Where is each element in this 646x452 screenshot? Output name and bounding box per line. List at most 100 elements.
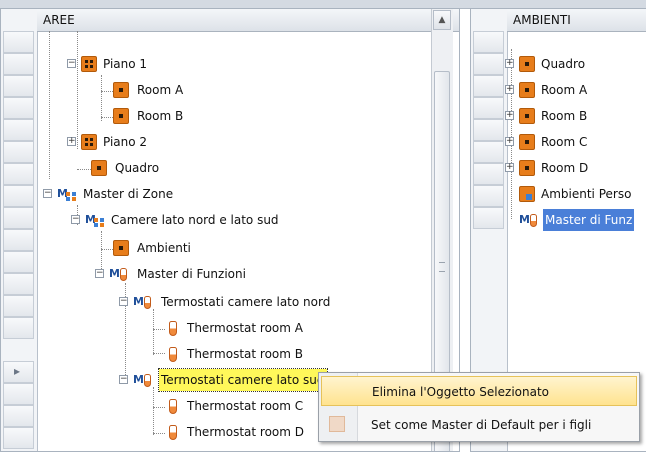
room-icon — [113, 82, 129, 98]
tree-node-room-b[interactable]: Room B — [113, 105, 273, 127]
row-selector[interactable] — [3, 317, 34, 339]
expand-toggle[interactable]: + — [505, 137, 514, 146]
menu-item-set-master-default[interactable]: Set come Master di Default per i figli — [321, 410, 637, 440]
row-selector[interactable] — [3, 383, 34, 405]
tree-line — [153, 309, 154, 355]
tree-node-label: Thermostat room B — [187, 347, 303, 361]
row-selector[interactable] — [3, 185, 34, 207]
scroll-grip-icon — [439, 262, 445, 272]
tree-node-camere-lato-nord-e-sud[interactable]: − Camere lato nord e lato sud — [71, 209, 351, 231]
tree-node-room-a[interactable]: + Room A — [505, 79, 645, 101]
thermostat-icon — [165, 320, 181, 336]
row-selector[interactable] — [3, 207, 34, 229]
room-icon — [519, 82, 535, 98]
row-selector[interactable] — [3, 97, 34, 119]
ambienti-header-label: AMBIENTI — [513, 13, 571, 27]
row-selector[interactable] — [3, 141, 34, 163]
tree-node-quadro[interactable]: Quadro — [91, 157, 251, 179]
tree-line — [77, 169, 91, 170]
menu-item-label: Set come Master di Default per i figli — [371, 418, 592, 432]
row-selector[interactable] — [473, 185, 504, 207]
tree-node-room-c[interactable]: + Room C — [505, 131, 645, 153]
room-icon — [91, 160, 107, 176]
tree-node-label: Room C — [541, 135, 588, 149]
row-selector[interactable] — [473, 163, 504, 185]
tree-node-room-d[interactable]: + Room D — [505, 157, 645, 179]
expand-toggle[interactable]: + — [505, 85, 514, 94]
tree-node-quadro[interactable]: + Quadro — [505, 53, 645, 75]
room-icon — [113, 108, 129, 124]
master-function-icon — [109, 263, 131, 285]
tree-node-label: Room D — [541, 161, 589, 175]
row-selector[interactable] — [3, 405, 34, 427]
row-selector[interactable] — [473, 207, 504, 229]
row-selector[interactable] — [473, 97, 504, 119]
room-icon — [519, 56, 535, 72]
row-selector[interactable] — [473, 141, 504, 163]
master-function-icon — [133, 291, 155, 313]
row-selector[interactable] — [473, 119, 504, 141]
collapse-toggle[interactable]: − — [43, 189, 52, 198]
collapse-toggle[interactable]: − — [67, 59, 76, 68]
collapse-toggle[interactable]: − — [119, 297, 128, 306]
collapse-toggle[interactable]: − — [119, 375, 128, 384]
aree-header-label: AREE — [43, 13, 75, 27]
tree-line — [153, 387, 154, 435]
row-selector-current[interactable] — [3, 361, 34, 383]
expand-toggle[interactable]: + — [67, 137, 76, 146]
tree-node-room-a[interactable]: Room A — [113, 79, 273, 101]
row-selector[interactable] — [3, 251, 34, 273]
aree-column-header[interactable]: AREE — [37, 9, 459, 32]
master-zone-icon — [85, 209, 105, 231]
collapse-toggle[interactable]: − — [71, 215, 80, 224]
master-function-icon — [133, 369, 155, 391]
tree-node-label-selected: Termostati camere lato sud — [158, 368, 328, 392]
tree-line — [153, 329, 165, 330]
tree-node-master-di-funzioni[interactable]: Master di Funz — [519, 209, 645, 231]
tree-node-thermostat-room-b[interactable]: Thermostat room B — [165, 343, 365, 365]
tree-node-label: Master di Funzioni — [137, 267, 246, 281]
tree-node-label: Thermostat room D — [187, 425, 304, 439]
row-selector[interactable] — [3, 119, 34, 141]
row-selector[interactable] — [3, 295, 34, 317]
expand-toggle[interactable]: + — [505, 111, 514, 120]
tree-line — [101, 75, 102, 121]
tree-node-master-di-funzioni[interactable]: − Master di Funzioni — [95, 263, 335, 285]
row-selector[interactable] — [473, 75, 504, 97]
row-selector-gutter — [1, 9, 38, 451]
row-selector[interactable] — [3, 163, 34, 185]
tree-node-master-di-zone[interactable]: − Master di Zone — [43, 183, 263, 205]
tree-node-piano-2[interactable]: + Piano 2 — [67, 131, 267, 153]
ambienti-column-header[interactable]: AMBIENTI — [507, 9, 646, 32]
tree-node-room-b[interactable]: + Room B — [505, 105, 645, 127]
tree-node-thermostat-room-a[interactable]: Thermostat room A — [165, 317, 365, 339]
tree-node-label: Piano 2 — [103, 135, 148, 149]
row-selector[interactable] — [3, 427, 34, 449]
tree-node-label: Termostati camere lato nord — [161, 295, 331, 309]
tree-node-label: Master di Zone — [83, 187, 174, 201]
floor-icon — [81, 56, 97, 72]
tree-node-ambienti-personalizzati[interactable]: Ambienti Perso — [519, 183, 645, 205]
row-selector[interactable] — [473, 31, 504, 53]
menu-item-elimina-oggetto[interactable]: Elimina l'Oggetto Selezionato — [321, 376, 637, 406]
tree-line — [101, 249, 113, 250]
collapse-toggle[interactable]: − — [95, 269, 104, 278]
tree-node-ambienti[interactable]: Ambienti — [113, 237, 273, 259]
row-selector[interactable] — [3, 75, 34, 97]
tree-node-piano-1[interactable]: − Piano 1 — [67, 53, 267, 75]
row-selector[interactable] — [3, 53, 34, 75]
expand-toggle[interactable]: + — [505, 163, 514, 172]
thermostat-icon — [165, 424, 181, 440]
row-selector[interactable] — [3, 31, 34, 53]
room-icon — [519, 134, 535, 150]
context-menu: Elimina l'Oggetto Selezionato Set come M… — [318, 372, 640, 442]
tree-line — [49, 31, 50, 179]
expand-toggle[interactable]: + — [505, 59, 514, 68]
row-selector[interactable] — [473, 53, 504, 75]
tree-line — [153, 433, 165, 434]
row-selector[interactable] — [3, 229, 34, 251]
row-selector[interactable] — [3, 273, 34, 295]
tree-node-termostati-lato-nord[interactable]: − Termostati camere lato nord — [119, 291, 419, 313]
tree-node-label: Thermostat room C — [187, 399, 304, 413]
scroll-up-button[interactable]: ▲ — [433, 10, 451, 30]
